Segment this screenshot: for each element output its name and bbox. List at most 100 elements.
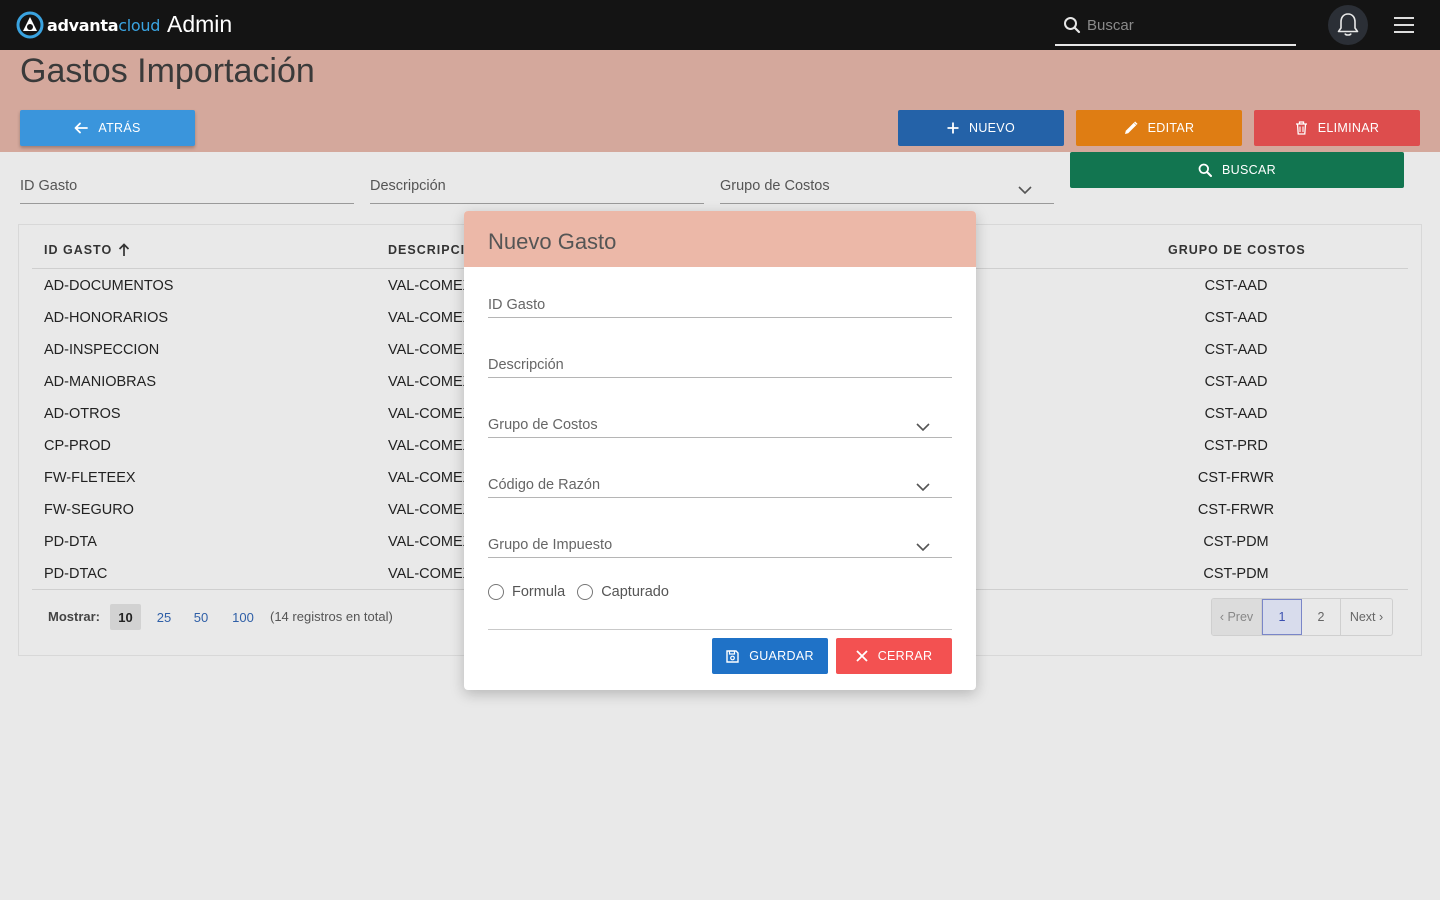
cell-id: AD-OTROS — [44, 406, 121, 422]
modal-cost-group-label: Grupo de Costos — [488, 417, 598, 433]
cell-id: AD-MANIOBRAS — [44, 374, 156, 390]
cell-id: AD-HONORARIOS — [44, 310, 169, 326]
chevron-down-icon — [916, 483, 930, 492]
pencil-icon — [1124, 121, 1138, 134]
modal-header: Nuevo Gasto — [464, 211, 976, 267]
cell-description: VAL-COMEX — [388, 438, 473, 454]
next-page-button[interactable]: Next › — [1341, 599, 1392, 635]
column-header-description[interactable]: DESCRIPCI — [388, 243, 465, 257]
notifications-button[interactable] — [1328, 5, 1368, 45]
modal-cost-group-select[interactable]: Grupo de Costos — [488, 408, 952, 438]
page-button-2[interactable]: 2 — [1302, 599, 1341, 635]
type-radio-group: Formula Capturado — [488, 584, 669, 600]
page-size-100[interactable]: 100 — [228, 604, 258, 630]
modal-title: Nuevo Gasto — [488, 229, 617, 254]
cell-cost-group: CST-AAD — [1204, 310, 1268, 326]
modal-tax-group-label: Grupo de Impuesto — [488, 537, 613, 553]
filter-id-gasto[interactable]: ID Gasto — [20, 178, 354, 204]
sort-arrow-up-icon — [119, 243, 130, 256]
page-size-50[interactable]: 50 — [188, 604, 214, 630]
radio-captured-label[interactable]: Capturado — [601, 584, 669, 600]
global-search — [1055, 8, 1296, 46]
modal-reason-code-select[interactable]: Código de Razón — [488, 468, 952, 498]
cell-description: VAL-COMEX — [388, 534, 473, 550]
search-icon — [1198, 163, 1213, 177]
arrow-left-icon — [74, 122, 89, 134]
filter-description-label: Descripción — [370, 178, 446, 194]
cell-id: FW-SEGURO — [44, 502, 134, 518]
cell-id: AD-DOCUMENTOS — [44, 278, 174, 294]
cell-id: FW-FLETEEX — [44, 470, 136, 486]
cell-id: CP-PROD — [44, 438, 111, 454]
back-button[interactable]: ATRÁS — [20, 110, 195, 146]
page-title: Gastos Importación — [20, 52, 315, 90]
cell-description: VAL-COMEX — [388, 470, 473, 486]
column-header-cost-group[interactable]: GRUPO DE COSTOS — [1168, 243, 1306, 257]
cell-description: VAL-COMEX — [388, 502, 473, 518]
edit-button[interactable]: EDITAR — [1076, 110, 1242, 146]
page-size-10[interactable]: 10 — [110, 604, 141, 630]
back-button-label: ATRÁS — [98, 121, 141, 135]
cell-cost-group: CST-AAD — [1204, 406, 1268, 422]
close-icon — [856, 650, 868, 662]
save-button[interactable]: GUARDAR — [712, 638, 828, 674]
chevron-down-icon — [1018, 186, 1032, 195]
radio-captured[interactable] — [577, 584, 594, 600]
new-button[interactable]: NUEVO — [898, 110, 1064, 146]
search-input[interactable] — [1087, 13, 1292, 37]
cell-cost-group: CST-AAD — [1204, 342, 1268, 358]
new-expense-modal: Nuevo Gasto ID Gasto Descripción Grupo d… — [464, 211, 976, 690]
delete-button-label: ELIMINAR — [1317, 121, 1380, 135]
modal-id-label: ID Gasto — [488, 297, 546, 313]
prev-page-button[interactable]: ‹ Prev — [1212, 599, 1262, 635]
search-icon — [1064, 17, 1081, 34]
cell-description: VAL-COMEX — [388, 566, 473, 582]
logo-icon — [16, 11, 44, 39]
cell-description: VAL-COMEX — [388, 278, 473, 294]
brand-logo[interactable]: advantacloud — [16, 11, 160, 39]
modal-tax-group-select[interactable]: Grupo de Impuesto — [488, 528, 952, 558]
filter-grupo-costos[interactable]: Grupo de Costos — [720, 178, 1054, 204]
modal-description-label: Descripción — [488, 357, 564, 373]
cell-cost-group: CST-PDM — [1203, 534, 1269, 550]
delete-button[interactable]: ELIMINAR — [1254, 110, 1420, 146]
trash-icon — [1295, 121, 1307, 135]
radio-formula-label[interactable]: Formula — [512, 584, 565, 600]
app-title: Admin — [167, 11, 233, 37]
filter-cost-group-label: Grupo de Costos — [720, 178, 830, 194]
total-records: (14 registros en total) — [270, 609, 393, 624]
filter-id-label: ID Gasto — [20, 178, 78, 194]
cell-cost-group: CST-AAD — [1204, 374, 1268, 390]
chevron-down-icon — [916, 423, 930, 432]
cell-id: PD-DTA — [44, 534, 97, 550]
brand-name: advantacloud — [47, 15, 161, 35]
cell-description: VAL-COMEX — [388, 310, 473, 326]
cell-cost-group: CST-PRD — [1204, 438, 1268, 454]
search-button-label: BUSCAR — [1222, 163, 1276, 177]
page-button-1[interactable]: 1 — [1262, 599, 1302, 635]
modal-id-field[interactable]: ID Gasto — [488, 288, 952, 318]
pagination: ‹ Prev 1 2 Next › — [1211, 598, 1393, 636]
menu-icon[interactable] — [1394, 17, 1414, 33]
cell-description: VAL-COMEX — [388, 374, 473, 390]
chevron-down-icon — [916, 543, 930, 552]
save-icon — [726, 649, 739, 663]
column-header-id-label: ID GASTO — [44, 243, 113, 257]
plus-icon — [947, 122, 959, 134]
cell-cost-group: CST-AAD — [1204, 278, 1268, 294]
close-button-label: CERRAR — [877, 649, 933, 663]
save-button-label: GUARDAR — [749, 649, 814, 663]
column-header-id[interactable]: ID GASTO — [44, 243, 130, 257]
edit-button-label: EDITAR — [1147, 121, 1195, 135]
search-button[interactable]: BUSCAR — [1070, 152, 1404, 188]
modal-description-field[interactable]: Descripción — [488, 348, 952, 378]
new-button-label: NUEVO — [969, 121, 1015, 135]
close-button[interactable]: CERRAR — [836, 638, 952, 674]
filter-descripcion[interactable]: Descripción — [370, 178, 704, 204]
modal-reason-code-label: Código de Razón — [488, 477, 601, 493]
page-size-25[interactable]: 25 — [151, 604, 177, 630]
cell-cost-group: CST-PDM — [1203, 566, 1269, 582]
radio-formula[interactable] — [488, 584, 504, 600]
cell-id: AD-INSPECCION — [44, 342, 160, 358]
page-size-label: Mostrar: — [48, 609, 101, 624]
